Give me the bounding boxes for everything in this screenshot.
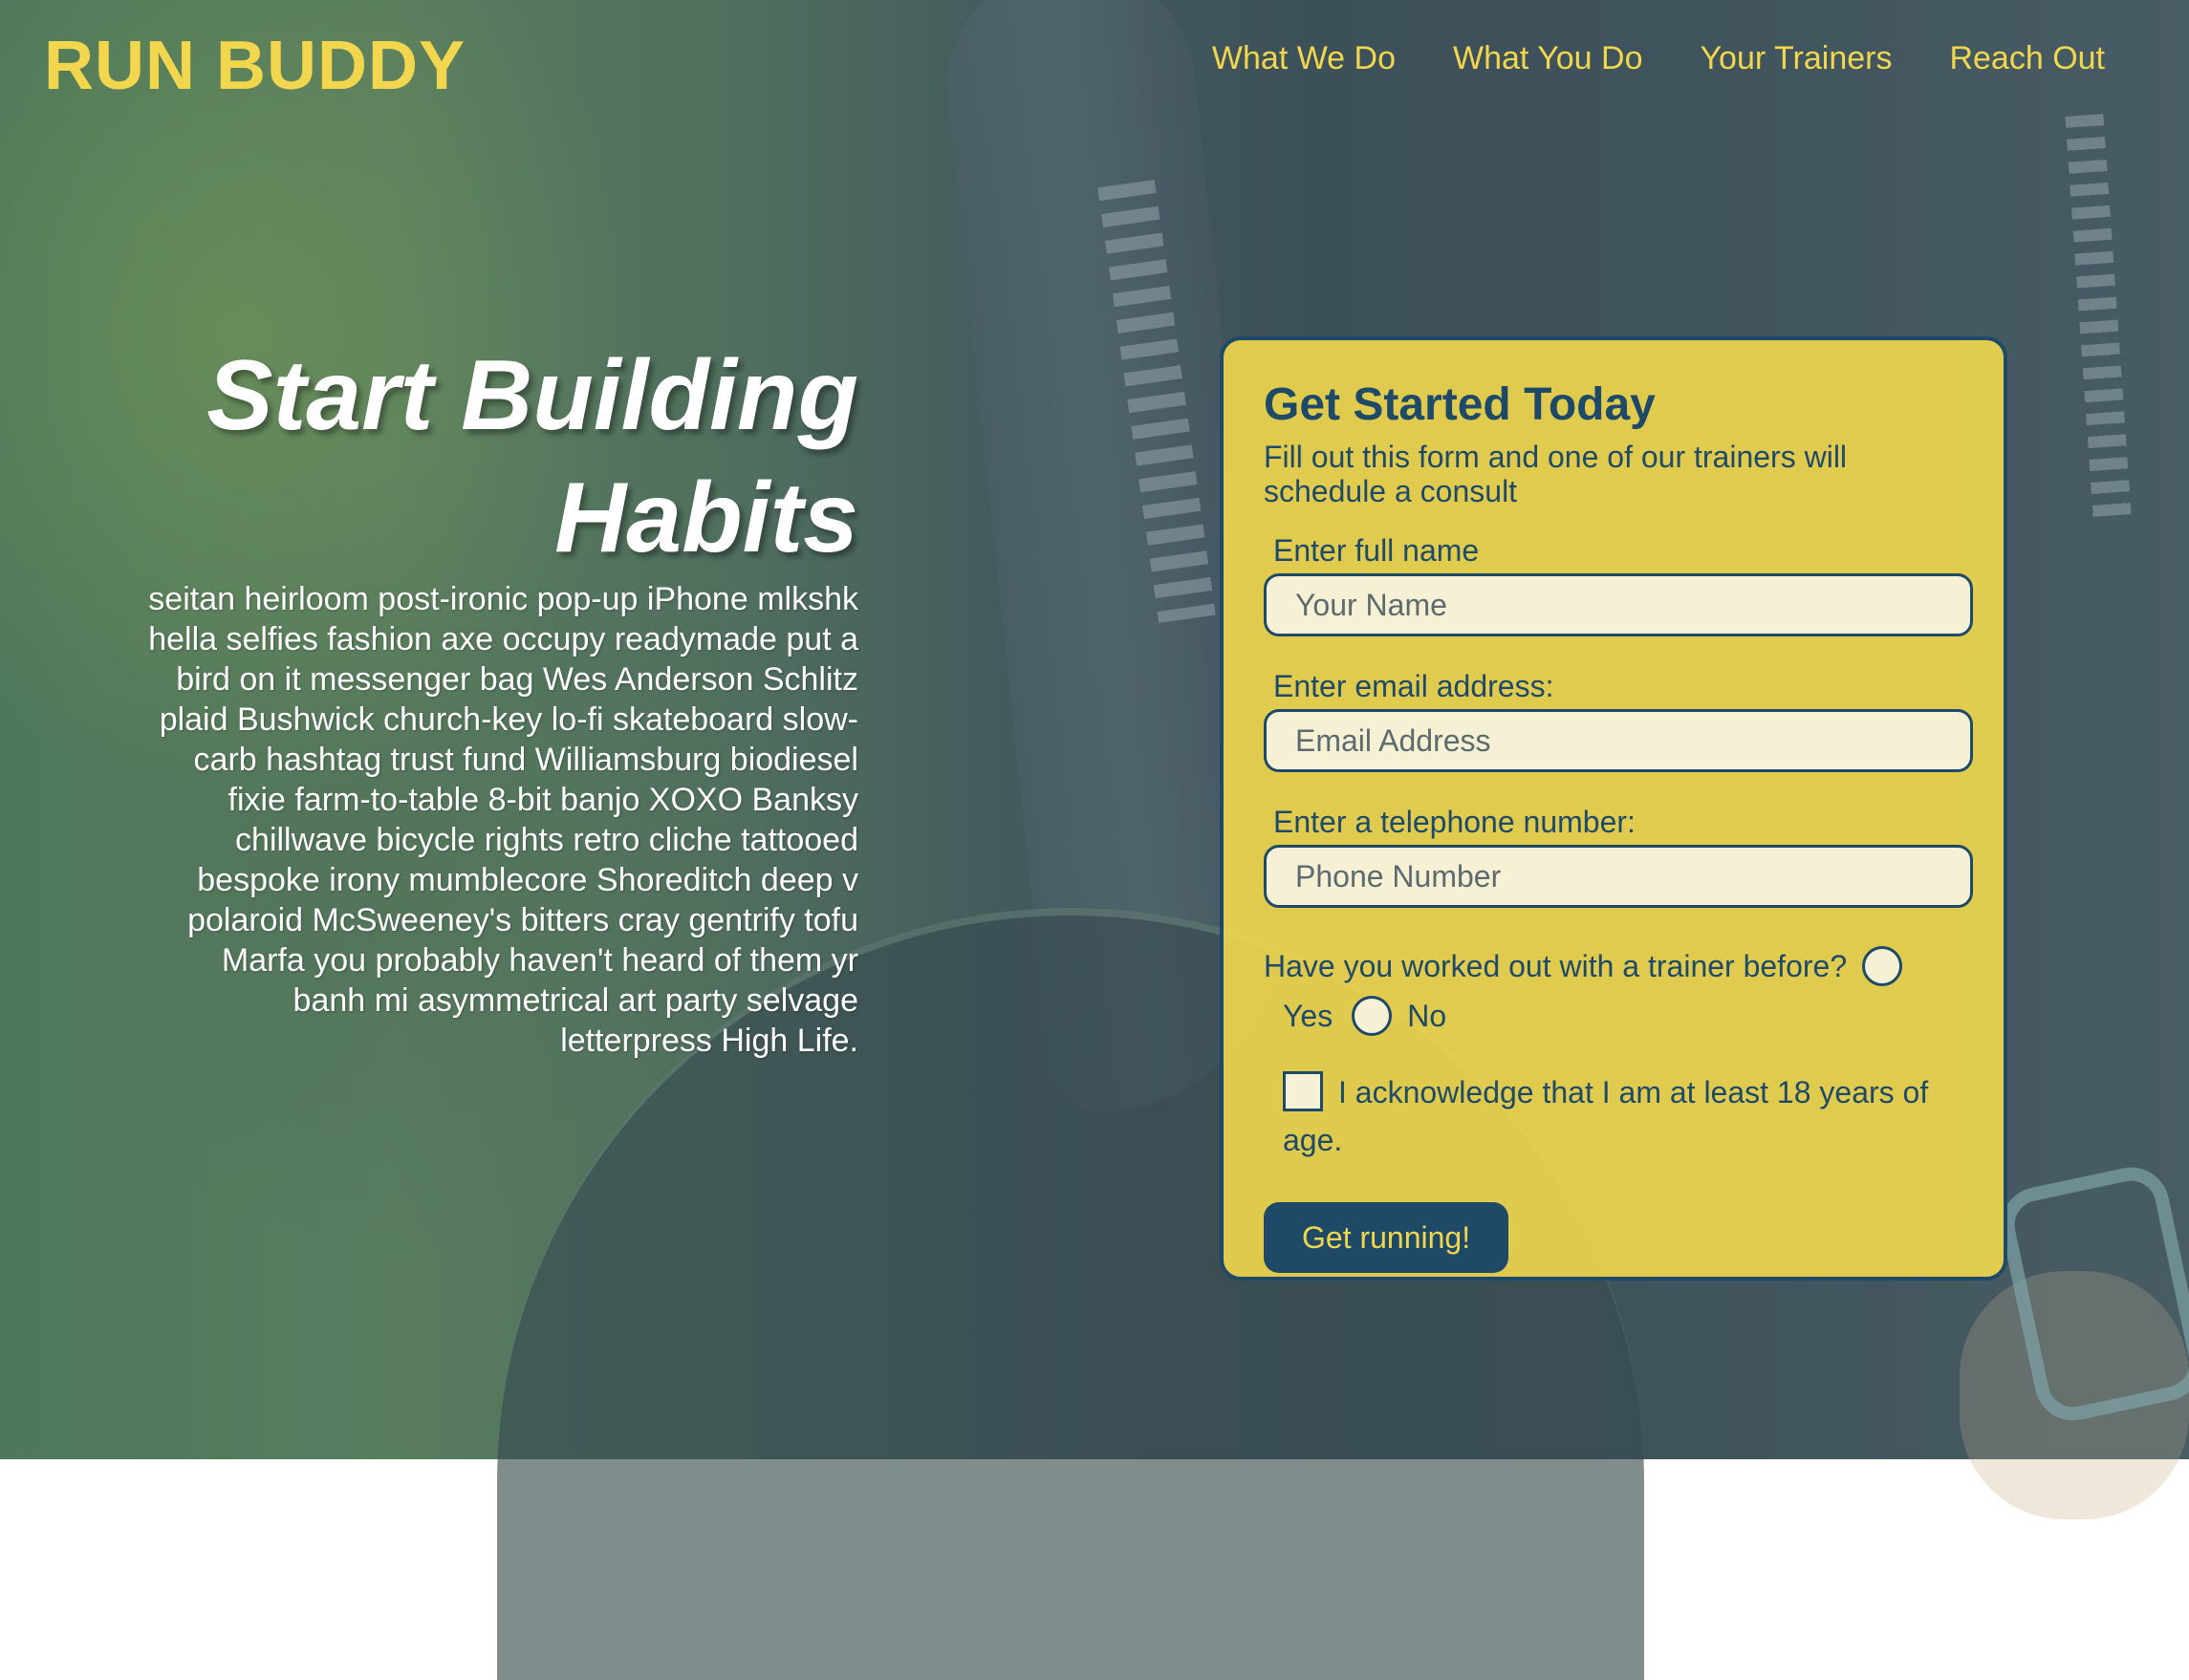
trainer-no-label: No	[1407, 999, 1447, 1033]
hero-title-line-2: Habits	[554, 463, 858, 573]
hero-title: Start Building Habits	[143, 334, 858, 579]
trainer-yes-label: Yes	[1283, 999, 1333, 1033]
get-running-button[interactable]: Get running!	[1264, 1202, 1509, 1273]
form-title: Get Started Today	[1264, 379, 1656, 430]
main-nav: What We Do What You Do Your Trainers Rea…	[1212, 40, 2105, 77]
form-intro: Fill out this form and one of our traine…	[1264, 440, 1848, 508]
hero-body-text: seitan heirloom post-ironic pop-up iPhon…	[148, 581, 858, 1059]
hero-title-line-1: Start Building	[206, 340, 858, 451]
nav-link-your-trainers[interactable]: Your Trainers	[1701, 40, 1893, 77]
trainer-no-radio[interactable]	[1352, 996, 1393, 1036]
email-input[interactable]	[1264, 709, 1973, 772]
site-logo[interactable]: RUN BUDDY	[44, 27, 466, 105]
nav-link-reach-out[interactable]: Reach Out	[1949, 40, 2105, 77]
trainer-yes-radio[interactable]	[1862, 946, 1903, 986]
site-header: RUN BUDDY What We Do What You Do Your Tr…	[0, 0, 2189, 134]
email-label: Enter email address:	[1273, 669, 1554, 703]
full-name-label: Enter full name	[1273, 533, 1480, 568]
age-acknowledge-checkbox[interactable]	[1283, 1070, 1323, 1111]
nav-link-what-we-do[interactable]: What We Do	[1212, 40, 1396, 77]
trainer-question-text: Have you worked out with a trainer befor…	[1264, 949, 1848, 983]
phone-label: Enter a telephone number:	[1273, 805, 1636, 839]
age-acknowledgement: I acknowledge that I am at least 18 year…	[1264, 1068, 1965, 1164]
age-acknowledge-text: I acknowledge that I am at least 18 year…	[1283, 1075, 1929, 1157]
signup-form-card: Get Started Today Fill out this form and…	[1220, 336, 2007, 1281]
trainer-question: Have you worked out with a trainer befor…	[1264, 942, 1965, 1040]
phone-input[interactable]	[1264, 845, 1973, 908]
nav-link-what-you-do[interactable]: What You Do	[1453, 40, 1642, 77]
full-name-input[interactable]	[1264, 573, 1973, 636]
hero-copy: Start Building Habits seitan heirloom po…	[143, 334, 858, 1061]
